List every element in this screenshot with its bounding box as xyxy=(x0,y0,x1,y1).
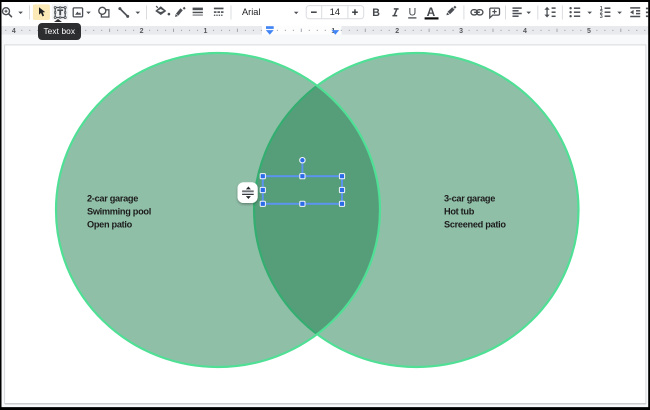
svg-text:4: 4 xyxy=(12,28,16,35)
svg-text:Swimming pool: Swimming pool xyxy=(87,207,151,217)
svg-text:U: U xyxy=(408,7,416,19)
svg-text:2-car garage: 2-car garage xyxy=(87,193,138,203)
svg-text:Hot tub: Hot tub xyxy=(444,207,475,217)
svg-text:B: B xyxy=(372,7,380,19)
svg-text:Screened patio: Screened patio xyxy=(444,220,506,230)
svg-text:4: 4 xyxy=(523,28,527,35)
svg-text:A: A xyxy=(427,5,436,19)
svg-text:3-car garage: 3-car garage xyxy=(444,193,495,203)
svg-text:2: 2 xyxy=(395,28,399,35)
svg-text:1: 1 xyxy=(204,28,208,35)
svg-text:14: 14 xyxy=(330,6,340,17)
svg-text:3: 3 xyxy=(459,28,463,35)
svg-text:5: 5 xyxy=(587,28,591,35)
svg-text:2: 2 xyxy=(140,28,144,35)
svg-text:Arial: Arial xyxy=(242,7,260,17)
svg-text:3: 3 xyxy=(600,14,603,20)
svg-text:Open patio: Open patio xyxy=(87,220,133,230)
